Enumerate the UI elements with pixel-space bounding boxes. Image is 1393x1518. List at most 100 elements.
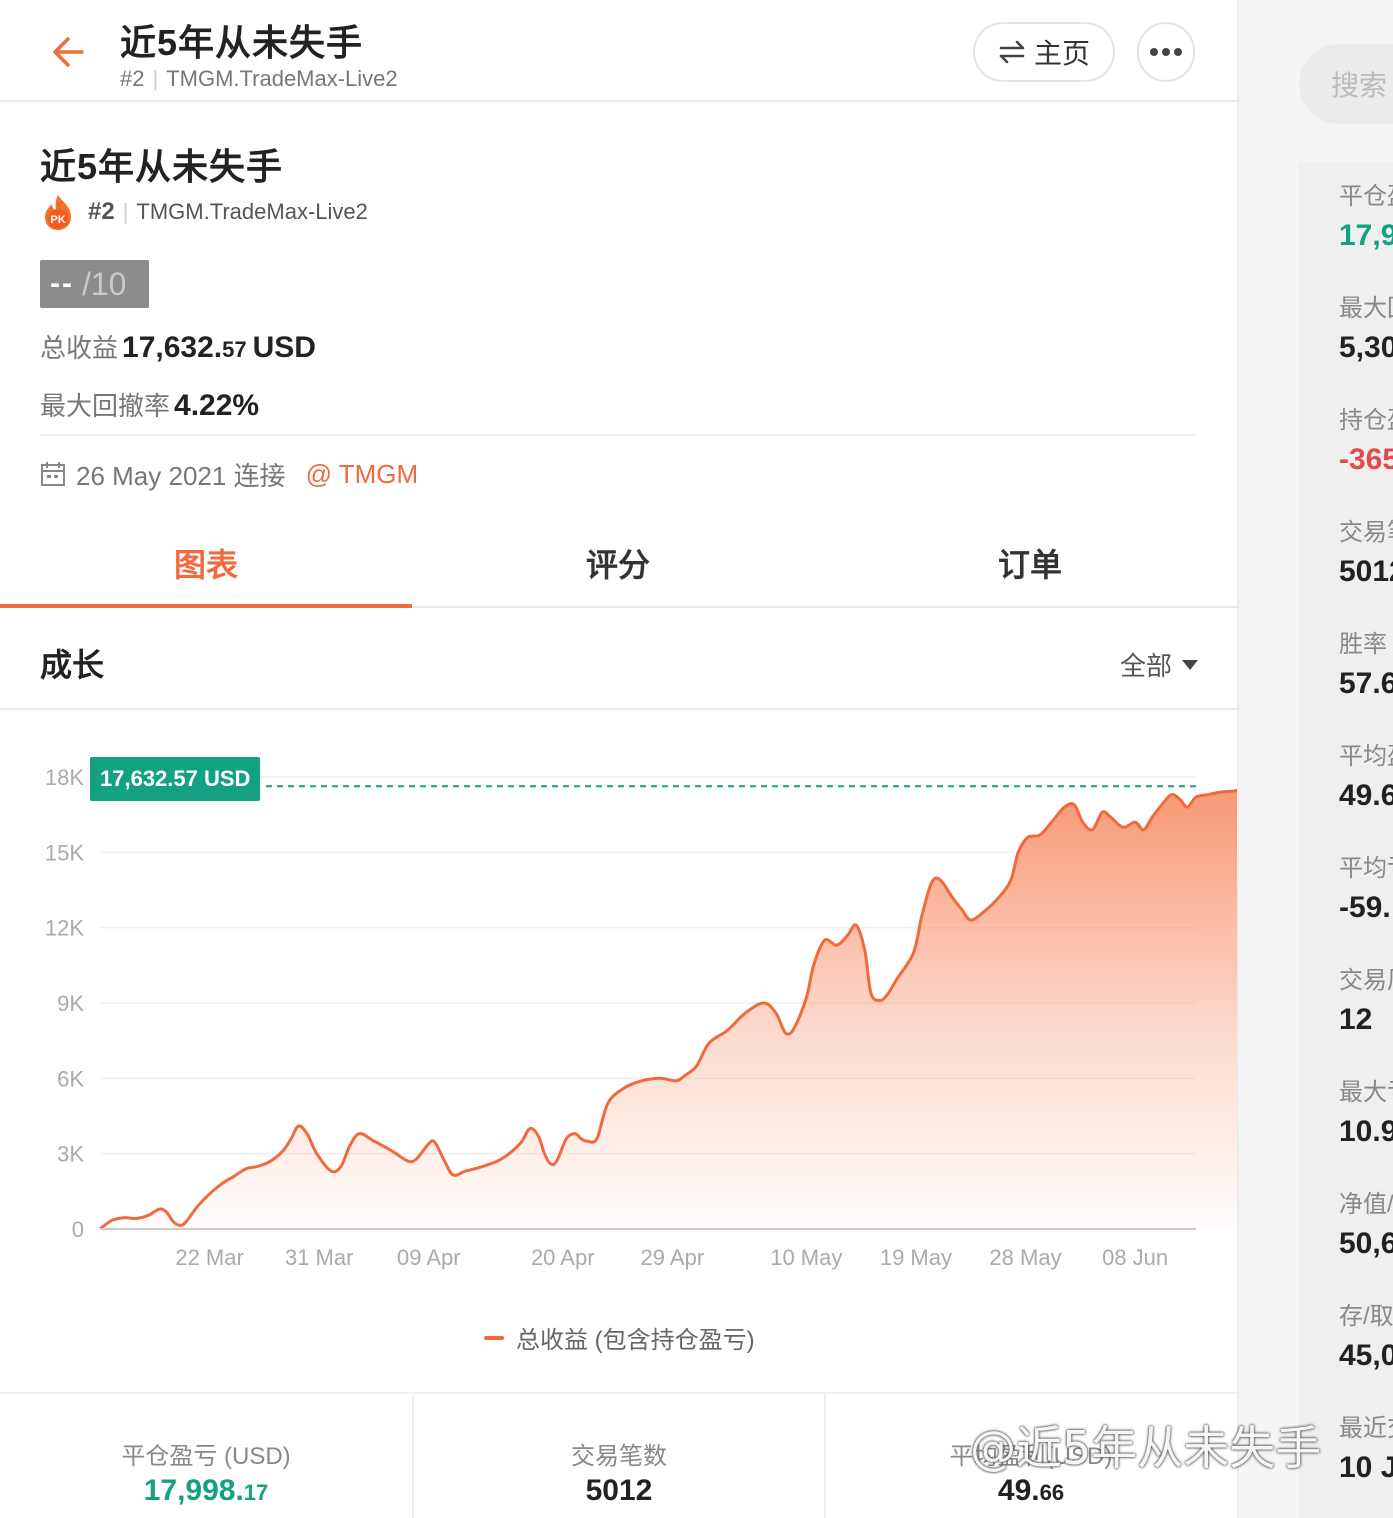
home-button-label: 主页 xyxy=(1033,38,1090,69)
x-tick-label: 22 Mar xyxy=(175,1245,243,1270)
stat-trade-count: 交易笔数 5012 xyxy=(412,1394,824,1518)
separator: | xyxy=(122,199,129,224)
connect-date: 26 May 2021 连接 xyxy=(76,460,286,491)
right-stat-label: 净值/ xyxy=(1339,1191,1393,1218)
tab-orders[interactable]: 订单 xyxy=(824,520,1236,606)
header-title: 近5年从未失手 xyxy=(120,22,364,63)
y-tick-label: 6K xyxy=(57,1066,84,1091)
right-stat-item: 净值/50,6 xyxy=(1339,1184,1393,1261)
stat-value: 49.66 xyxy=(826,1474,1236,1508)
right-stat-item: 交易笔 5012 xyxy=(1339,512,1393,589)
right-stat-value: 10 J xyxy=(1339,1451,1393,1484)
right-stat-item: 交易周 12 xyxy=(1339,960,1393,1037)
right-stat-value: 12 xyxy=(1339,1003,1373,1036)
right-stat-label: 交易周 xyxy=(1339,967,1393,994)
y-tick-label: 0 xyxy=(72,1217,84,1242)
right-stat-value: 5,30 xyxy=(1339,331,1393,364)
right-stat-item: 存/取 45,0 xyxy=(1339,1296,1393,1373)
stat-closed-pnl: 平仓盈亏 (USD) 17,998.17 xyxy=(0,1394,412,1518)
broker-link[interactable]: @ TMGM xyxy=(306,459,419,490)
tab-score[interactable]: 评分 xyxy=(412,520,824,606)
total-profit-line: 总收益 17,632.57 USD xyxy=(40,328,316,365)
right-stat-label: 最近交 xyxy=(1339,1415,1393,1442)
right-stat-item: 平仓盈 17,9 xyxy=(1339,176,1393,253)
right-panel: 搜索 平仓盈 17,9 最大回 5,30 持仓盈 -365 交易笔 5012 胜率 57.… xyxy=(1237,0,1393,1518)
right-stat-item: 最大亏 10.9 xyxy=(1339,1072,1393,1149)
right-stat-value: -59. xyxy=(1339,891,1391,924)
right-stat-label: 平均盈 xyxy=(1339,743,1393,770)
section-title: 成长 xyxy=(40,647,105,683)
stat-label: 交易笔数 xyxy=(571,1443,667,1470)
range-dropdown[interactable]: 全部 xyxy=(1120,646,1199,683)
x-tick-label: 31 Mar xyxy=(285,1245,353,1270)
total-profit-value: 17,632.57 xyxy=(122,331,247,364)
caret-down-icon xyxy=(1182,659,1199,670)
header-subtitle: #2 | TMGM.TradeMax-Live2 xyxy=(120,66,398,92)
stat-value: 5012 xyxy=(414,1474,824,1508)
header-server: TMGM.TradeMax-Live2 xyxy=(166,66,398,91)
right-stat-label: 平均亏 xyxy=(1339,855,1393,882)
right-stat-label: 平仓盈 xyxy=(1339,183,1393,210)
right-stat-label: 胜率 xyxy=(1339,631,1387,658)
right-stat-item: 平均盈 49.6 xyxy=(1339,736,1393,813)
legend-label: 总收益 (包含持仓盈亏) xyxy=(516,1327,755,1354)
page-title: 近5年从未失手 xyxy=(40,146,284,187)
right-stat-item: 持仓盈 -365 xyxy=(1339,400,1393,477)
x-tick-label: 10 May xyxy=(770,1245,842,1270)
total-profit-unit: USD xyxy=(252,331,316,364)
divider xyxy=(40,434,1196,436)
current-value-tag: 17,632.57 USD xyxy=(90,757,261,801)
home-button[interactable]: 主页 xyxy=(973,22,1115,82)
growth-section-header: 成长 全部 xyxy=(0,610,1237,710)
stat-label: 平仓盈亏 (USD) xyxy=(121,1443,291,1470)
growth-chart: 0 3K 6K 9K 12K 15K 18K 22 Mar 31 Mar 09 Apr 20 Apr… xyxy=(0,712,1237,1392)
x-tick-label: 19 May xyxy=(880,1245,952,1270)
drawdown-line: 最大回撤率 4.22% xyxy=(40,386,259,423)
range-dropdown-value: 全部 xyxy=(1120,651,1173,681)
right-stat-label: 最大回 xyxy=(1339,295,1393,322)
calendar-icon xyxy=(41,462,65,486)
x-tick-label: 28 May xyxy=(989,1245,1061,1270)
drawdown-label: 最大回撤率 xyxy=(40,391,171,421)
right-stat-value: -365 xyxy=(1339,443,1393,476)
x-tick-label: 29 Apr xyxy=(641,1245,705,1270)
more-button[interactable] xyxy=(1137,22,1195,82)
right-stat-item: 胜率 57.6 xyxy=(1339,624,1393,701)
right-stat-label: 交易笔 xyxy=(1339,519,1393,546)
y-tick-label: 18K xyxy=(45,765,84,790)
right-stat-label: 最大亏 xyxy=(1339,1079,1393,1106)
growth-chart-svg: 0 3K 6K 9K 12K 15K 18K 22 Mar 31 Mar 09 Apr 20 Apr… xyxy=(45,765,1237,1270)
right-stat-item: 最近交 10 J xyxy=(1339,1408,1393,1485)
right-stat-value: 45,0 xyxy=(1339,1339,1393,1372)
x-tick-label: 08 Jun xyxy=(1102,1245,1168,1270)
x-tick-label: 20 Apr xyxy=(531,1245,595,1270)
main-panel: 近5年从未失手 #2 | TMGM.TradeMax-Live2 主页 近5年从未失… xyxy=(0,0,1237,1518)
stat-value-int: 49. xyxy=(997,1474,1040,1507)
score-denominator: /10 xyxy=(81,265,127,302)
back-arrow-icon[interactable] xyxy=(48,30,92,74)
right-stat-item: 最大回 5,30 xyxy=(1339,288,1393,365)
chart-legend[interactable]: 总收益 (包含持仓盈亏) xyxy=(484,1320,755,1355)
tab-chart[interactable]: 图表 xyxy=(0,520,412,608)
svg-text:PK: PK xyxy=(50,214,65,226)
total-profit-int: 17,632. xyxy=(122,331,223,364)
stat-value-frac: 17 xyxy=(243,1480,269,1505)
search-input[interactable]: 搜索 xyxy=(1299,44,1393,124)
right-stat-value: 10.9 xyxy=(1339,1115,1393,1148)
stat-value-int: 17,998. xyxy=(143,1474,244,1507)
right-stat-value: 17,9 xyxy=(1339,219,1393,252)
right-stat-value: 50,6 xyxy=(1339,1227,1393,1260)
stat-value-frac: 66 xyxy=(1039,1480,1065,1505)
total-profit-frac: 57 xyxy=(222,337,247,362)
y-tick-label: 9K xyxy=(57,991,84,1016)
score-badge: -- /10 xyxy=(40,260,149,308)
drawdown-value: 4.22% xyxy=(174,389,260,422)
server-label: TMGM.TradeMax-Live2 xyxy=(136,199,368,224)
pk-flame-icon: PK xyxy=(45,195,71,230)
connect-line: 26 May 2021 连接 @ TMGM xyxy=(40,456,418,492)
stat-value: 17,998.17 xyxy=(0,1474,412,1508)
top-bar: 近5年从未失手 #2 | TMGM.TradeMax-Live2 主页 xyxy=(0,0,1237,102)
x-tick-label: 09 Apr xyxy=(397,1245,461,1270)
stat-value-int: 5012 xyxy=(585,1474,653,1507)
right-stat-label: 持仓盈 xyxy=(1339,407,1393,434)
